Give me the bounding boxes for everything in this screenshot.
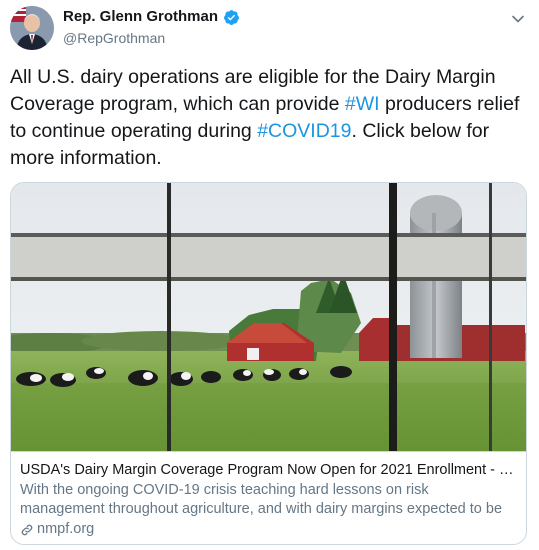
user-avatar — [10, 6, 54, 50]
card-domain[interactable]: nmpf.org — [20, 520, 516, 539]
hashtag-link[interactable]: #COVID19 — [257, 120, 351, 142]
link-preview-card[interactable]: USDA's Dairy Margin Coverage Program Now… — [10, 182, 527, 545]
hashtag-link[interactable]: #WI — [345, 93, 380, 115]
card-domain-text[interactable]: nmpf.org — [37, 520, 94, 539]
card-meta[interactable]: USDA's Dairy Margin Coverage Program Now… — [11, 451, 526, 544]
author-handle[interactable]: @RepGrothman — [63, 29, 240, 47]
author-name-row[interactable]: Rep. Glenn Grothman — [63, 8, 240, 26]
card-title[interactable]: USDA's Dairy Margin Coverage Program Now… — [20, 461, 516, 480]
avatar[interactable] — [10, 6, 54, 50]
tweet-text: All U.S. dairy operations are eligible f… — [10, 64, 528, 172]
link-icon — [20, 523, 34, 537]
verified-badge-icon — [223, 9, 240, 26]
author-info: Rep. Glenn Grothman @RepGrothman — [63, 8, 240, 47]
card-image[interactable] — [11, 183, 526, 451]
card-description: With the ongoing COVID-19 crisis teachin… — [20, 482, 503, 517]
chevron-down-icon[interactable] — [509, 10, 527, 28]
author-display-name[interactable]: Rep. Glenn Grothman — [63, 8, 218, 26]
tweet: Rep. Glenn Grothman @RepGrothman All U.S… — [0, 0, 539, 550]
